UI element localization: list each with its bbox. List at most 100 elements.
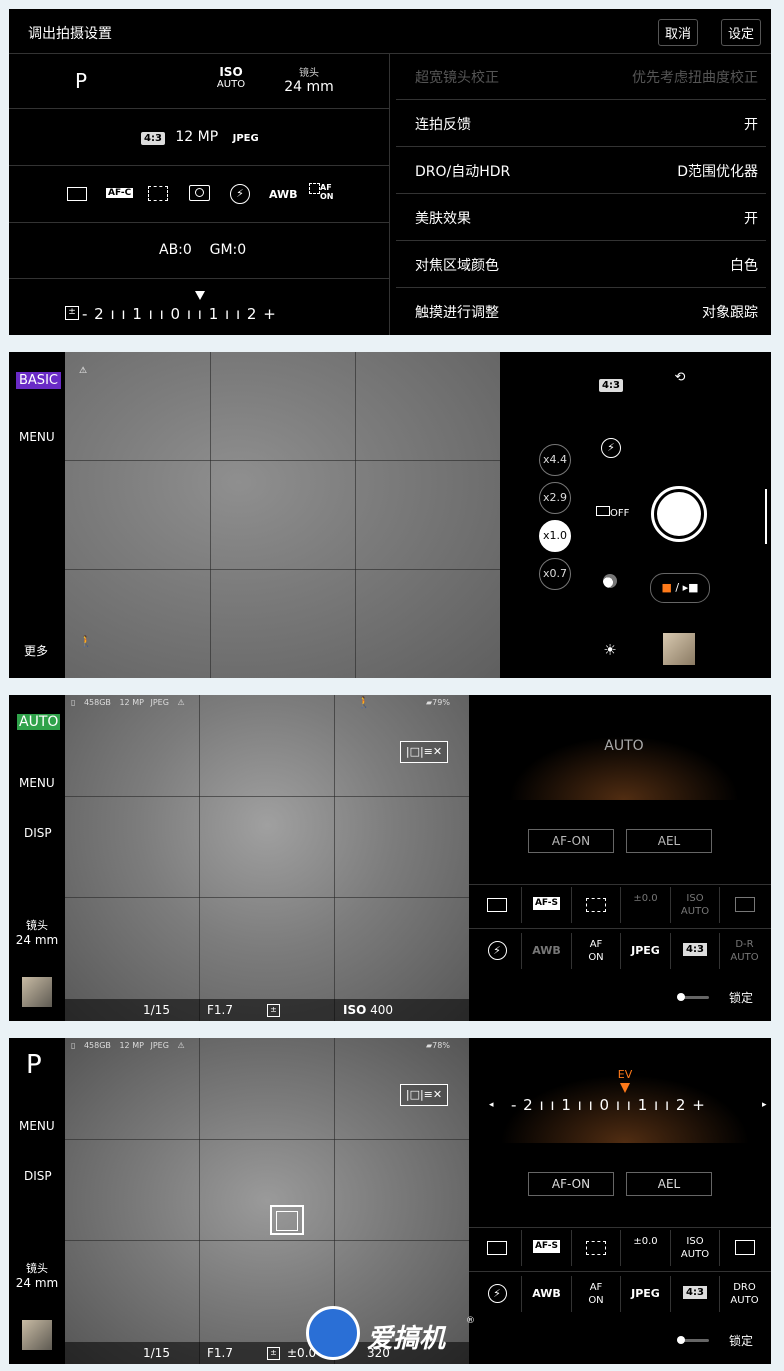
ev-marker-icon (195, 291, 205, 300)
exposure-comp[interactable]: ±0.0 (622, 887, 671, 923)
shutter-button[interactable] (651, 486, 707, 542)
aspect-ratio-button[interactable]: 4:3 (599, 373, 623, 392)
face-af-on[interactable]: AF ON (572, 933, 621, 969)
bokeh-icon[interactable] (603, 574, 617, 588)
gallery-thumbnail[interactable] (22, 1320, 52, 1350)
ev-scale: - 2 ı ı 1 ı ı 0 ı ı 1 ı ı 2 + (511, 1096, 706, 1114)
focus-area-icon[interactable] (572, 887, 621, 923)
switch-camera-icon[interactable]: ⟲ (670, 370, 690, 385)
shooting-mode[interactable]: P (75, 69, 87, 93)
stabilization-off-icon[interactable]: |□|≡✕ (400, 1084, 448, 1106)
basic-mode-badge[interactable]: BASIC (16, 372, 61, 389)
lock-toggle[interactable] (677, 1336, 709, 1344)
aspect-ratio[interactable]: 4:3 (671, 933, 720, 969)
focus-area-icon[interactable] (148, 186, 168, 201)
ael-button[interactable]: AEL (626, 1172, 712, 1196)
disp-button[interactable]: DISP (24, 1169, 52, 1183)
settings-row-label: 美肤效果 (415, 211, 471, 227)
drive-mode-icon[interactable] (473, 887, 522, 923)
focus-mode-afs-label: AF-S (532, 1240, 561, 1253)
viewfinder[interactable]: ⚠ 🚶 (65, 352, 500, 678)
menu-button[interactable]: MENU (19, 776, 55, 790)
settings-row[interactable]: 对焦区域颜色 白色 (396, 241, 766, 288)
settings-row[interactable]: 触摸进行调整 对象跟踪 (396, 288, 766, 335)
white-balance-awb[interactable]: AWB (269, 188, 298, 201)
iso-setting[interactable]: ISO AUTO (671, 887, 720, 923)
zoom-button[interactable]: x1.0 (539, 520, 571, 552)
mode-dial[interactable]: AUTO (489, 725, 759, 800)
viewfinder[interactable]: ▯ 458GB 12 MP JPEG ⚠ 🚶 ▰79% |□|≡✕ 1/15 F… (65, 695, 469, 1021)
white-balance-awb[interactable]: AWB (523, 1276, 572, 1312)
focus-mode-afs[interactable]: AF-S (523, 887, 572, 923)
focus-frame[interactable] (270, 1205, 304, 1235)
white-balance-awb[interactable]: AWB (523, 933, 572, 969)
photo-video-switch[interactable]: ■ / ▸■ (650, 573, 710, 603)
lock-toggle[interactable] (677, 993, 709, 1001)
lens-setting[interactable]: 镜头 24 mm (279, 64, 339, 95)
af-on-button[interactable]: AF-ON (528, 829, 614, 853)
face-af-on[interactable]: AF ON (572, 1276, 621, 1312)
file-format[interactable]: JPEG (622, 933, 671, 969)
ev-dial[interactable]: EV ◂ - 2 ı ı 1 ı ı 0 ı ı 1 ı ı 2 + ▸ (479, 1063, 771, 1143)
cancel-button[interactable]: 取消 (658, 19, 699, 46)
dro-setting[interactable]: D-R AUTO (721, 933, 769, 969)
settings-row-label: 超宽镜头校正 (415, 70, 499, 86)
flash-icon[interactable]: ⚡ (601, 438, 621, 458)
iso-label: ISO (219, 65, 243, 79)
ev-scale[interactable]: - 2 ı ı 1 ı ı 0 ı ı 1 ı ı 2 + (82, 305, 277, 323)
metering-icon[interactable] (189, 185, 210, 201)
iso-value: AUTO (216, 79, 246, 90)
iso-setting[interactable]: ISO AUTO (209, 65, 253, 90)
ev-right-arrow-icon[interactable]: ▸ (762, 1100, 767, 1110)
shooting-mode[interactable]: P (26, 1050, 42, 1080)
drive-mode-icon[interactable] (473, 1230, 522, 1266)
flash-icon[interactable]: ⚡ (473, 1276, 522, 1312)
settings-row[interactable]: 连拍反馈 开 (396, 100, 766, 147)
gallery-thumbnail[interactable] (22, 977, 52, 1007)
basic-camera-screen: BASIC MENU 更多 ⚠ 🚶 4:3 ⟲ ⚡ OFF ☀ x4.4 x2.9… (9, 352, 771, 678)
zoom-button[interactable]: x0.7 (539, 558, 571, 590)
focus-area-icon-glyph (586, 1241, 606, 1258)
file-format: JPEG (150, 1041, 169, 1050)
aspect-ratio[interactable]: 4:3 (671, 1276, 720, 1312)
more-button[interactable]: 更多 (24, 642, 48, 659)
focus-mode-afc[interactable]: AF-C (106, 188, 134, 198)
set-button[interactable]: 设定 (721, 19, 762, 46)
focus-area-icon[interactable] (572, 1230, 621, 1266)
settings-row[interactable]: DRO/自动HDR D范围优化器 (396, 147, 766, 194)
exposure-comp-icon: ± (267, 1347, 280, 1360)
lens-setting[interactable]: 镜头 24 mm (13, 1260, 61, 1290)
battery-indicator: ▰78% (426, 1041, 450, 1050)
face-detect-af-on-icon[interactable]: AF ON (309, 183, 339, 201)
menu-button[interactable]: MENU (19, 1119, 55, 1133)
disp-button[interactable]: DISP (24, 826, 52, 840)
image-size-setting[interactable]: 4:3 12 MP JPEG (141, 129, 259, 145)
settings-brightness-icon[interactable]: ☀ (600, 641, 620, 659)
gallery-thumbnail[interactable] (663, 633, 695, 665)
auto-mode-badge[interactable]: AUTO (17, 714, 61, 730)
ev-title: EV (617, 1068, 633, 1081)
drive-mode-icon[interactable] (67, 186, 87, 205)
iso-setting[interactable]: ISO AUTO (671, 1230, 720, 1266)
ael-button[interactable]: AEL (626, 829, 712, 853)
white-balance-shift[interactable]: AB:0 GM:0 (159, 242, 246, 258)
file-format[interactable]: JPEG (622, 1276, 671, 1312)
focus-mode-afs[interactable]: AF-S (523, 1230, 572, 1266)
flash-icon[interactable]: ⚡ (230, 184, 250, 204)
af-on-button[interactable]: AF-ON (528, 1172, 614, 1196)
settings-row[interactable]: 美肤效果 开 (396, 194, 766, 241)
lens-setting[interactable]: 镜头 24 mm (13, 917, 61, 947)
metering-icon[interactable] (721, 1230, 769, 1266)
viewfinder[interactable]: ▯ 458GB 12 MP JPEG ⚠ ▰78% |□|≡✕ 1/15 F1.… (65, 1038, 469, 1364)
dro-setting[interactable]: DRO AUTO (721, 1276, 769, 1312)
stabilization-off-icon[interactable]: |□|≡✕ (400, 741, 448, 763)
flash-icon[interactable]: ⚡ (473, 933, 522, 969)
menu-button[interactable]: MENU (19, 430, 55, 444)
zoom-button[interactable]: x4.4 (539, 444, 571, 476)
zoom-button[interactable]: x2.9 (539, 482, 571, 514)
metering-icon[interactable] (721, 887, 769, 923)
drive-mode-icon-glyph (487, 898, 507, 915)
drive-mode-off-icon[interactable]: OFF (596, 506, 629, 519)
exposure-comp[interactable]: ±0.0 (622, 1230, 671, 1266)
ev-left-arrow-icon[interactable]: ◂ (489, 1100, 494, 1110)
